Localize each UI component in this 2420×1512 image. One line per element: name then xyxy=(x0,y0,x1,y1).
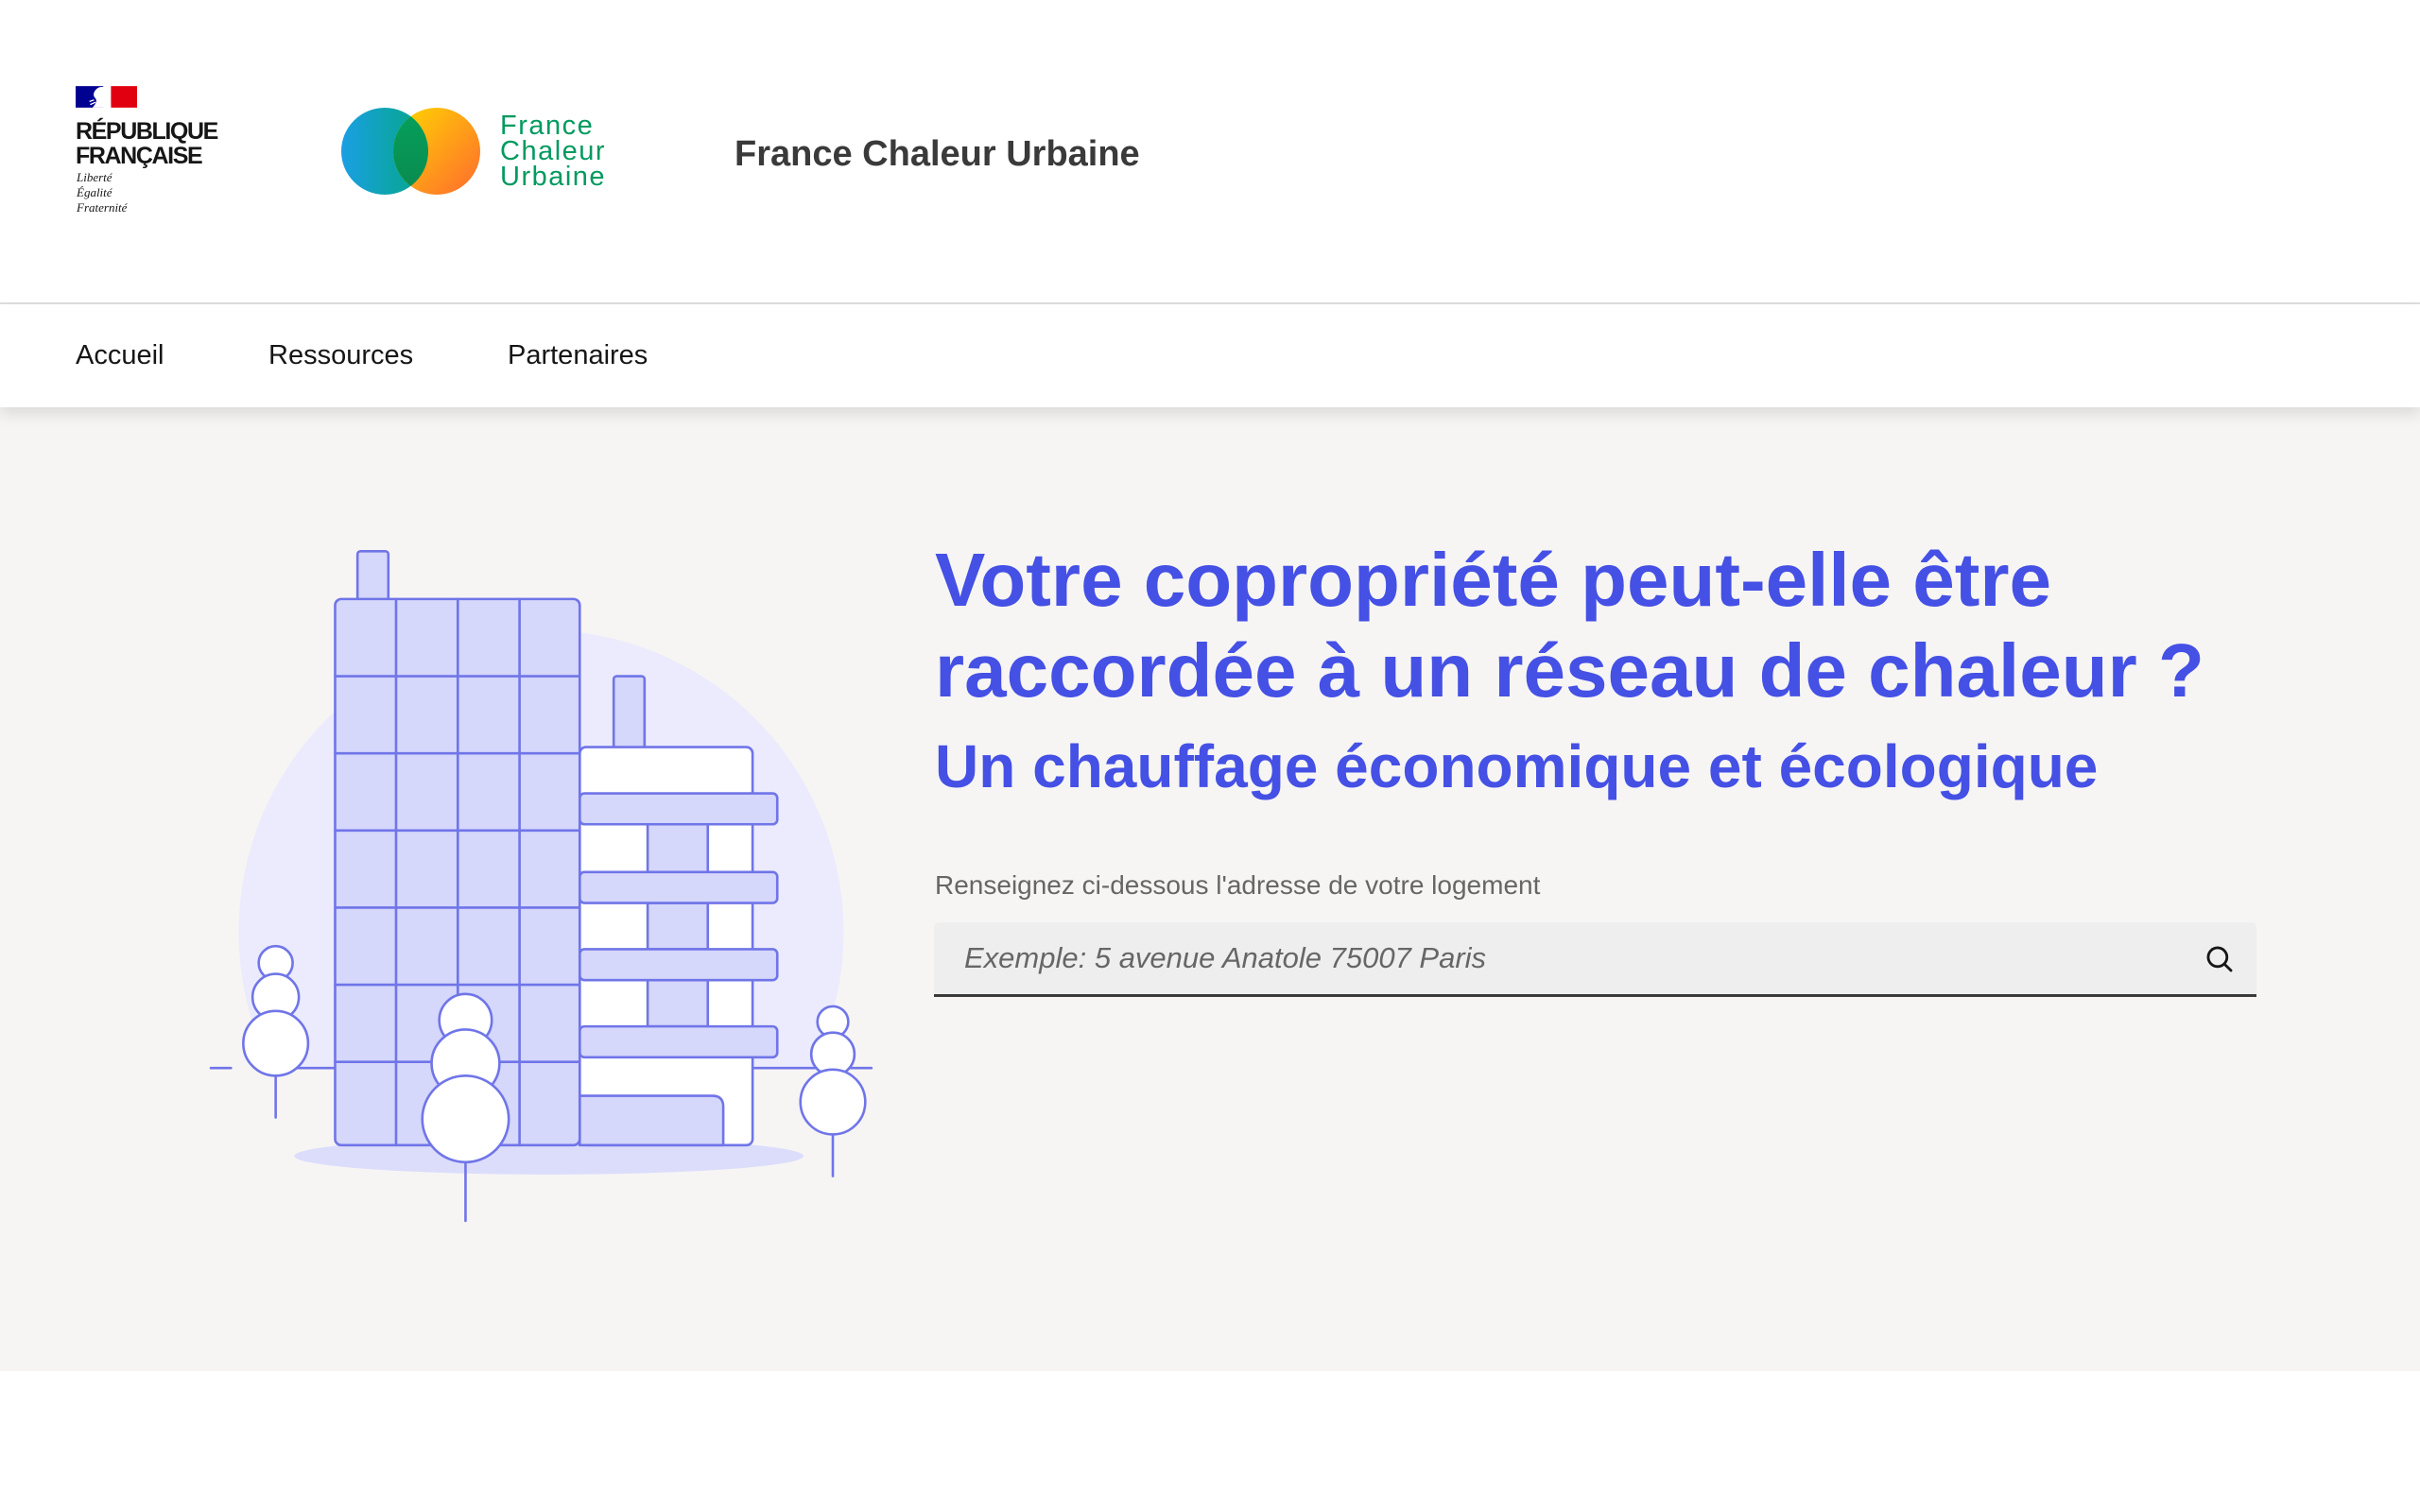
search-label: Renseignez ci-dessous l'adresse de votre… xyxy=(935,870,1541,900)
main-navigation: Accueil Ressources Partenaires xyxy=(0,304,2420,407)
page-body-below-hero xyxy=(0,1371,2420,1512)
hero-title-line1: Votre copropriété peut-elle être xyxy=(935,538,2052,622)
site-header: RÉPUBLIQUE FRANÇAISE Liberté Égalité Fra… xyxy=(0,0,2420,304)
illustration-chimney-right xyxy=(612,675,647,755)
nav-item-partenaires[interactable]: Partenaires xyxy=(508,304,648,407)
nav-item-accueil[interactable]: Accueil xyxy=(76,304,164,407)
search-button[interactable] xyxy=(2204,943,2236,975)
brand-logo-text-2: Chaleur xyxy=(500,136,607,166)
address-search-input[interactable] xyxy=(934,922,2182,994)
hero-section: Votre copropriété peut-elle être raccord… xyxy=(0,407,2420,1371)
gov-motto-fraternite: Fraternité xyxy=(77,200,128,215)
brand-logo-text-1: France xyxy=(500,111,595,141)
gov-motto-egalite: Égalité xyxy=(77,185,112,199)
gov-logo-line1: RÉPUBLIQUE xyxy=(76,118,218,145)
building-illustration xyxy=(209,549,873,1223)
site-title[interactable]: France Chaleur Urbaine xyxy=(735,133,1140,175)
hero-title-line2: raccordée à un réseau de chaleur ? xyxy=(935,628,2204,713)
search-icon xyxy=(2206,946,2233,972)
gov-logo-line2: FRANÇAISE xyxy=(76,143,203,169)
nav-item-ressources[interactable]: Ressources xyxy=(268,304,413,407)
hero-title: Votre copropriété peut-elle être raccord… xyxy=(935,535,2204,716)
brand-logo-icon[interactable] xyxy=(336,104,487,198)
illustration-right-building xyxy=(578,746,779,1147)
illustration-chimney-left xyxy=(355,549,390,606)
brand-logo-text-3: Urbaine xyxy=(500,162,607,192)
marianne-flag-icon xyxy=(76,86,137,108)
gov-motto-liberte: Liberté xyxy=(77,170,112,184)
hero-subtitle: Un chauffage économique et écologique xyxy=(935,732,2099,800)
address-search-field xyxy=(934,922,2256,997)
